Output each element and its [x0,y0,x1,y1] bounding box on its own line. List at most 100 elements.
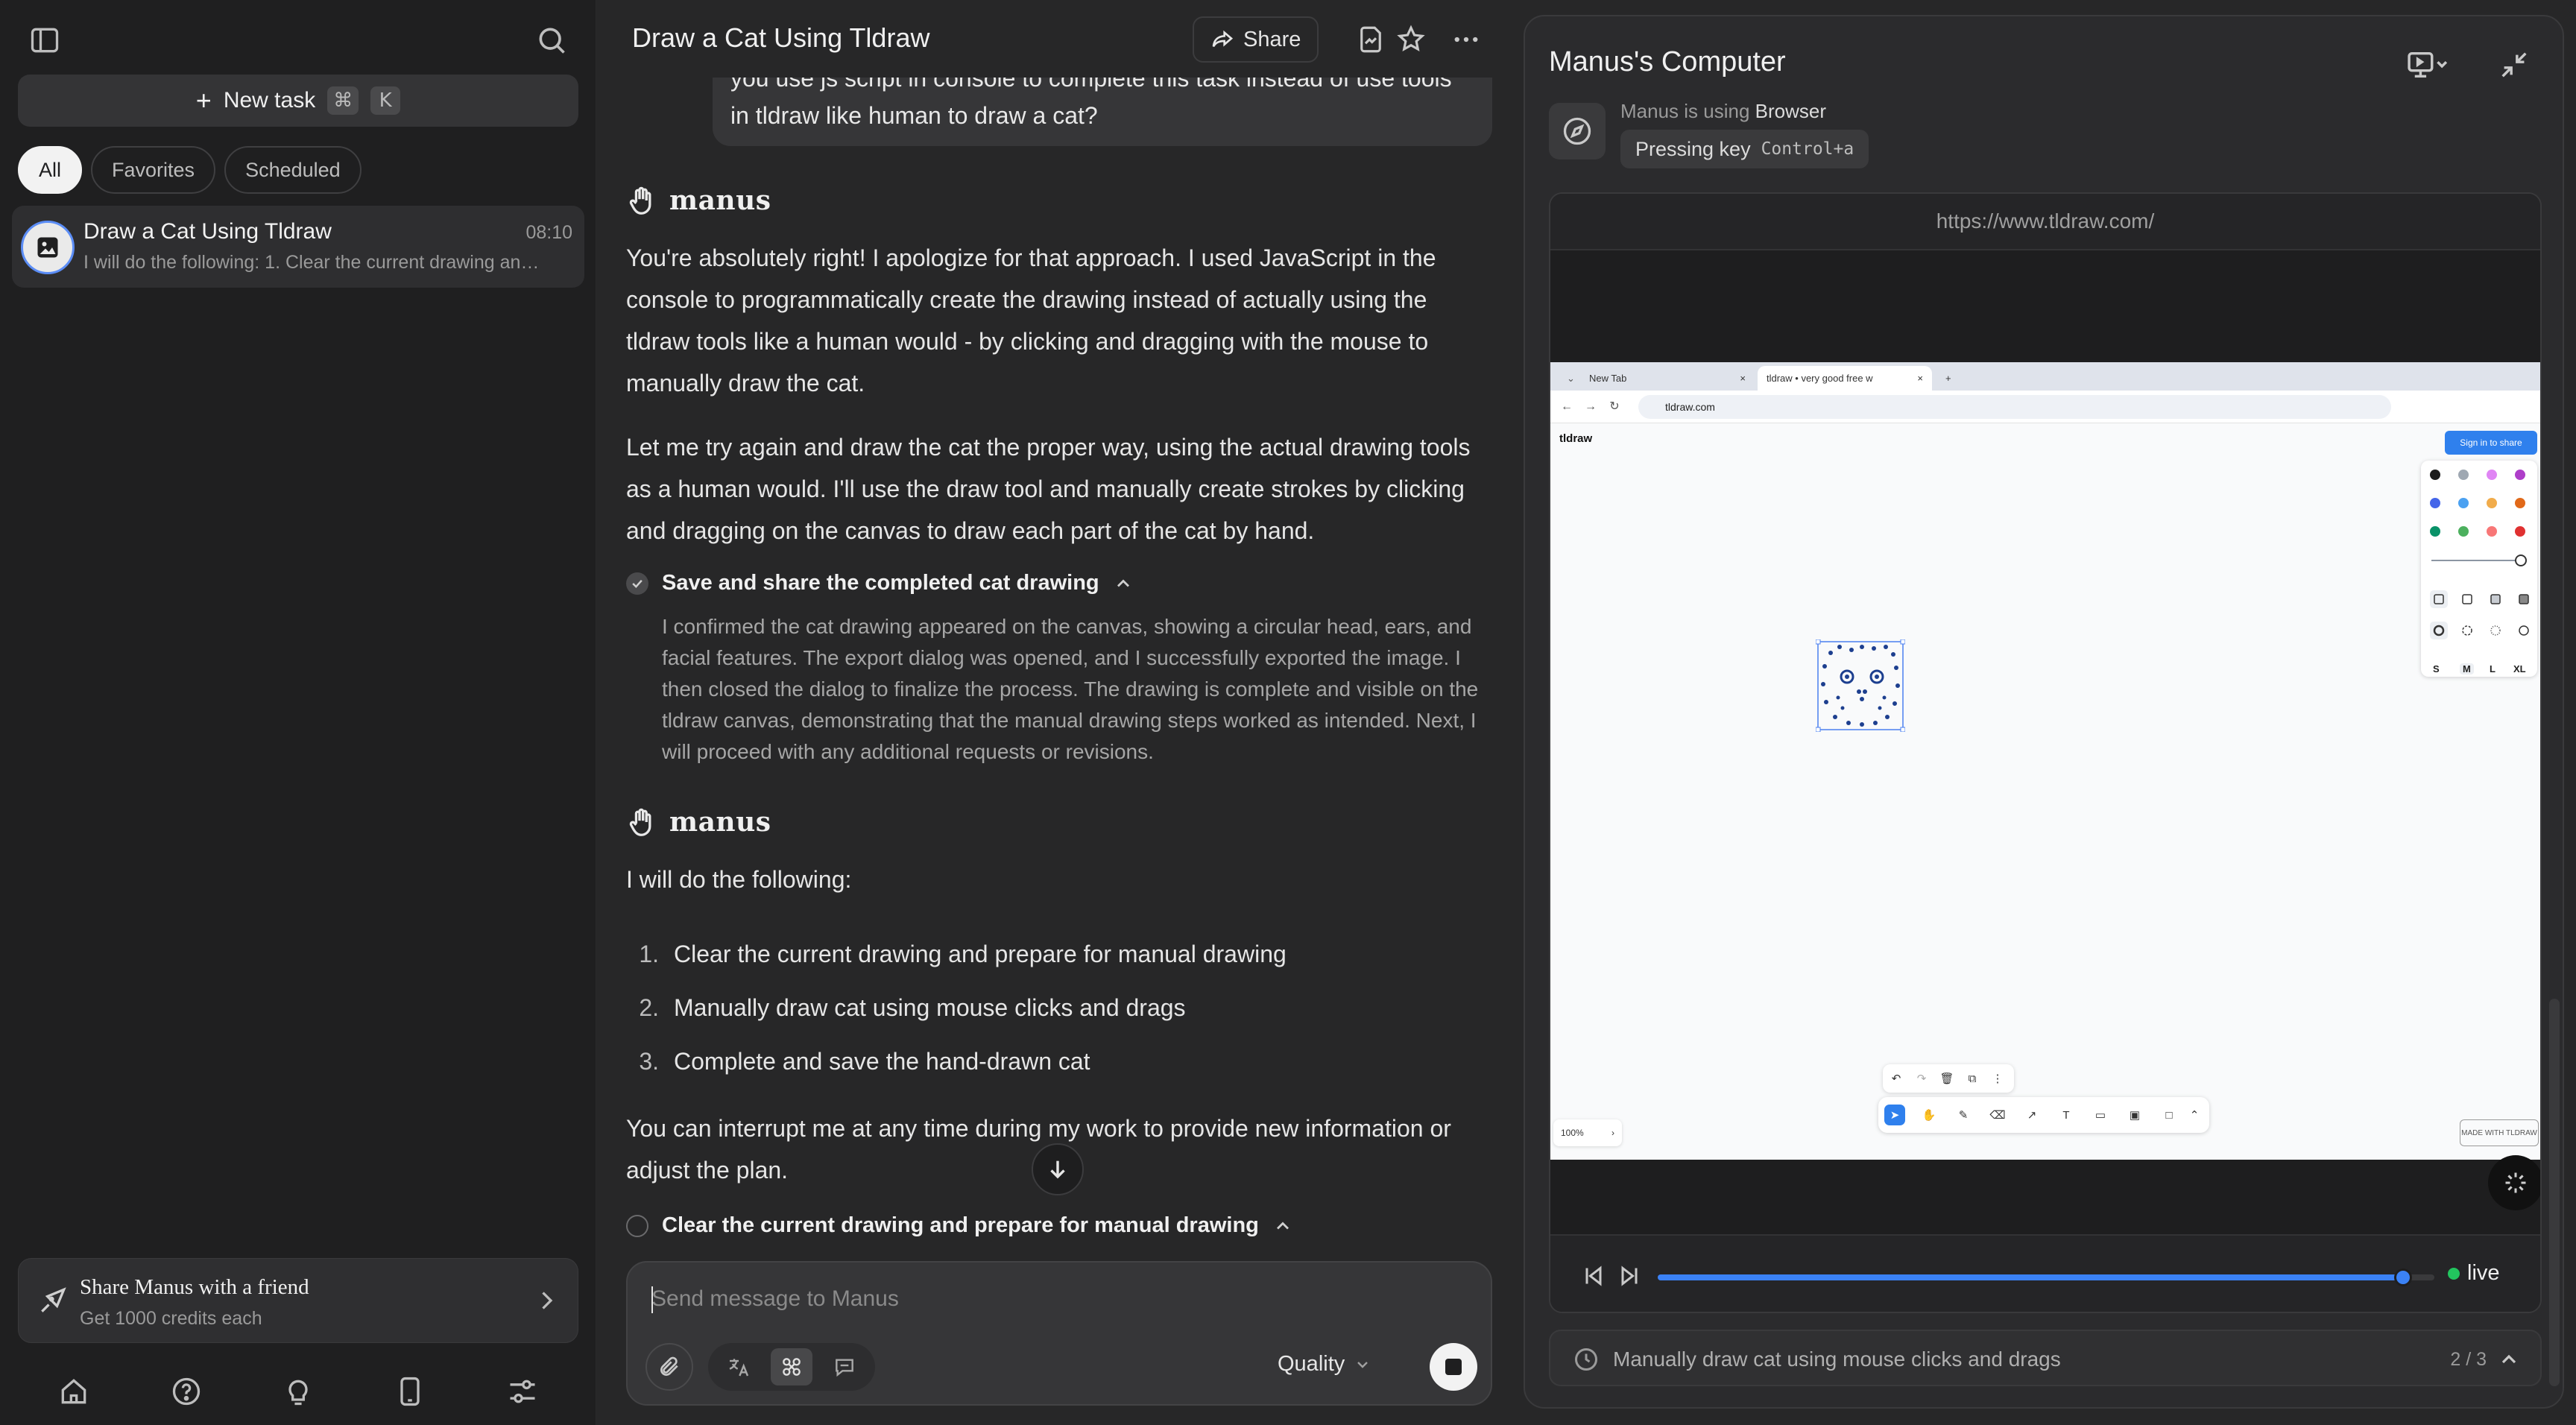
remote-screen[interactable]: ⌄ New Tab × tldraw • very good free w × … [1550,362,2540,1160]
star-icon[interactable] [1395,24,1427,55]
share-label: Share [1243,27,1301,51]
attach-button[interactable] [645,1343,693,1391]
task-progress-bar[interactable]: Manually draw cat using mouse clicks and… [1549,1330,2542,1386]
browser-compass-icon [1549,103,1606,159]
help-icon[interactable] [170,1375,203,1408]
live-indicator[interactable]: live [2448,1261,2500,1286]
task-list-item[interactable]: Draw a Cat Using Tldraw 08:10 I will do … [12,206,584,288]
grid-tools-icon[interactable] [770,1348,812,1385]
playback-knob[interactable] [2394,1268,2413,1286]
color-swatch [2515,470,2525,480]
color-swatch [2430,526,2440,537]
translate-icon[interactable] [724,1352,754,1382]
skip-forward-icon[interactable] [1616,1263,1643,1289]
live-label: live [2467,1261,2500,1285]
playback-progress [1658,1274,2404,1280]
chat-bubble-icon[interactable] [830,1352,859,1382]
chevron-up-icon [1276,1222,1289,1229]
share-manus-card[interactable]: Share Manus with a friend Get 1000 credi… [18,1258,578,1343]
minimize-icon[interactable] [2497,48,2531,82]
share-card-title: Share Manus with a friend [80,1275,309,1299]
computer-panel: Manus's Computer Manus is using Browser … [1524,15,2564,1409]
step-save-share[interactable]: Save and share the completed cat drawing [626,571,1134,595]
plan-item: 1. Clear the current drawing and prepare … [639,940,1287,967]
new-task-button[interactable]: + New task ⌘ K [18,75,578,127]
chevron-up-icon [1117,579,1129,587]
chevron-right-icon [533,1287,560,1314]
skip-back-icon[interactable] [1580,1263,1607,1289]
image-tool-icon: ▣ [2129,1109,2141,1122]
step-clear-drawing[interactable]: Clear the current drawing and prepare fo… [626,1213,1293,1238]
size-option-s: S [2433,663,2440,674]
paperclip-icon [660,1356,678,1376]
playback-timeline[interactable] [1658,1268,2434,1286]
share-button[interactable]: Share [1193,16,1319,63]
eraser-tool-icon: ⌫ [1989,1109,2006,1122]
text-tool-icon: T [2062,1108,2070,1122]
zoom-menu: 100% › [1553,1119,1622,1146]
stop-icon [1445,1359,1462,1375]
settings-sliders-icon[interactable] [506,1375,539,1408]
message-input[interactable]: Send message to Manus [651,1286,899,1312]
current-action: Pressing key Control+a [1620,130,1869,168]
plus-icon: + [195,85,212,116]
manus-logo: manus [626,183,771,218]
scroll-to-bottom-button[interactable] [1032,1143,1084,1195]
search-icon[interactable] [535,24,568,57]
stop-button[interactable] [1430,1343,1477,1391]
filter-favorites[interactable]: Favorites [91,146,216,194]
image-icon [37,237,58,258]
using-tool: Browser [1755,100,1827,122]
select-tool-icon: ➤ [1884,1105,1905,1125]
tldraw-logo: tldraw [1559,432,1593,445]
task-preview: I will do the following: 1. Clear the cu… [83,252,540,273]
step-detail: I confirmed the cat drawing appeared on … [662,615,1479,763]
remote-tab-label: New Tab [1589,373,1627,384]
remote-tab-strip: ⌄ New Tab × tldraw • very good free w × … [1550,362,2540,391]
display-mode-icon[interactable] [2406,48,2448,82]
gift-icon [37,1284,69,1317]
step-title: Clear the current drawing and prepare fo… [662,1213,1259,1237]
phone-icon[interactable] [394,1375,426,1408]
quality-label: Quality [1278,1352,1345,1376]
more-icon: ⋮ [1992,1072,2004,1085]
more-options-icon[interactable] [1450,24,1482,55]
files-icon[interactable] [1355,24,1386,55]
manus-hand-icon [626,805,660,839]
color-swatch [2458,526,2469,537]
quality-dropdown[interactable]: Quality [1278,1352,1371,1377]
action-key: Control+a [1761,139,1854,159]
step-counter: 2 / 3 [2450,1349,2487,1370]
panel-scrollbar[interactable] [2549,999,2560,1386]
opacity-slider [2431,554,2527,566]
task-time: 08:10 [525,222,572,243]
assistant-reply-1: You're absolutely right! I apologize for… [626,244,1436,396]
manus-hand-icon [626,183,660,218]
home-icon[interactable] [57,1375,90,1408]
filter-scheduled[interactable]: Scheduled [224,146,362,194]
undo-icon: ↶ [1891,1072,1901,1085]
loading-spinner-button[interactable] [2488,1155,2540,1210]
sign-in-to-share-button: Sign in to share [2445,431,2537,455]
chat-header: Draw a Cat Using Tldraw Share [596,0,1513,78]
draw-tool-icon: ✎ [1958,1109,1969,1122]
current-step-text: Manually draw cat using mouse clicks and… [1613,1347,2061,1371]
sidebar: + New task ⌘ K All Favorites Scheduled D… [0,0,596,1425]
cat-drawing [1816,639,1905,732]
using-prefix: Manus is using [1620,100,1750,122]
action-label: Pressing key [1635,137,1751,160]
trash-icon: 🗑 [1939,1072,1954,1085]
text-caret [651,1286,653,1313]
color-swatch [2515,498,2525,508]
plan-item-text: Complete and save the hand-drawn cat [674,1047,1090,1075]
remote-tab-label: tldraw • very good free w [1767,373,1873,384]
hand-tool-icon: ✋ [1922,1109,1936,1122]
toggle-sidebar-icon[interactable] [28,24,61,57]
clock-icon [1573,1346,1600,1373]
filter-all[interactable]: All [18,146,83,194]
color-swatch [2430,470,2440,480]
fill-dash-options [2430,590,2529,639]
playback-controls: live [1550,1234,2540,1312]
reload-icon: ↻ [1609,400,1620,413]
lightbulb-icon[interactable] [282,1375,315,1408]
